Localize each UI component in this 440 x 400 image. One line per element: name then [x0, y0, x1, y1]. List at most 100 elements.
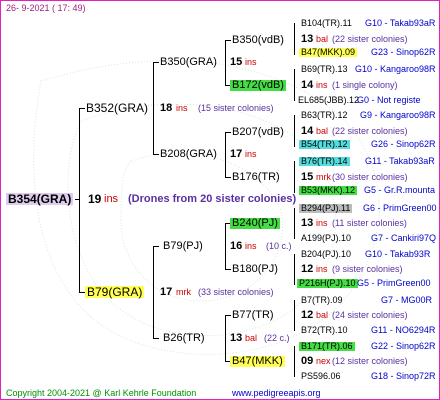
connector	[153, 62, 159, 63]
gen4-ins-label: nex	[316, 356, 331, 366]
gen4-note: (22 sister colonies)	[332, 34, 408, 44]
connector	[294, 346, 295, 377]
gen4-note: (12 sister colonies)	[332, 356, 408, 366]
gen4-queen[interactable]: B72(TR).10	[301, 326, 348, 335]
pedigree-frame: 26- 9-2021 ( 17: 49) B354(GRA) 19 ins (D…	[0, 0, 440, 400]
gen2-note: (10 c.)	[266, 241, 292, 251]
gen4-info: G10 - Takab93R	[365, 249, 431, 259]
connector	[294, 115, 295, 147]
gen3-queen[interactable]: B47(MKK)	[230, 356, 285, 367]
gen3-queen[interactable]: B176(TR)	[232, 172, 280, 183]
gen3-queen[interactable]: B77(TR)	[232, 310, 274, 321]
connector	[225, 223, 226, 270]
gen4-queen[interactable]: B171(TR).06	[299, 342, 355, 351]
gen4-ins-number: 13	[301, 33, 314, 45]
gen2-queen[interactable]: B350(GRA)	[160, 57, 217, 68]
footer-copyright: Copyright 2004-2021 @ Karl Kehrle Founda…	[6, 388, 197, 398]
gen4-info: G26 - Sinop62R	[371, 139, 436, 149]
connector	[294, 300, 295, 331]
connector	[294, 69, 295, 101]
gen4-ins-label: bal	[316, 34, 329, 44]
gen4-info: G7 - MG00R	[381, 295, 433, 305]
gen4-queen[interactable]: P216H(PJ).10	[297, 279, 358, 288]
gen4-queen[interactable]: A199(PJ).10	[301, 234, 351, 243]
gen2-queen[interactable]: B79(PJ)	[163, 241, 203, 252]
gen4-queen[interactable]: B104(TR).11	[301, 19, 352, 28]
gen4-ins-number: 12	[301, 263, 314, 275]
connector	[294, 208, 295, 239]
gen4-queen[interactable]: PS596.06	[301, 372, 341, 381]
connector	[79, 108, 80, 293]
gen1-sire-ins-label: ins	[176, 103, 188, 113]
connector	[153, 154, 159, 155]
gen4-ins-number: 14	[301, 125, 314, 137]
gen2-ins-number: 16	[230, 240, 243, 252]
gen4-queen[interactable]: B76(TR).14	[299, 157, 350, 166]
connector	[79, 108, 85, 109]
connector	[225, 177, 231, 178]
gen4-ins-number: 14	[301, 79, 314, 91]
connector	[225, 40, 226, 86]
footer-website[interactable]: www.pedigreeapis.org	[232, 389, 321, 398]
gen4-info: G5 - Gr.R.mounta	[364, 185, 436, 195]
connector	[225, 315, 226, 362]
gen4-info: G6 - PrimGreen00	[363, 203, 437, 213]
gen1-sire[interactable]: B352(GRA)	[86, 102, 148, 114]
gen4-note: (22 sister colonies)	[332, 126, 408, 136]
root-ins-number: 19	[88, 192, 102, 206]
gen3-queen[interactable]: B207(vdB)	[232, 127, 284, 138]
connector	[225, 132, 231, 133]
gen2-ins-number: 13	[230, 332, 243, 344]
gen3-queen[interactable]: B350(vdB)	[232, 35, 284, 46]
connector	[225, 132, 226, 178]
gen4-ins-label: bal	[316, 126, 329, 136]
gen4-note: (9 sister colonies)	[332, 264, 403, 274]
gen4-ins-label: ins	[316, 80, 328, 90]
gen4-info: G22 - Sinop62R	[371, 341, 436, 351]
gen4-ins-number: 09	[301, 355, 314, 367]
gen2-ins-label: ins	[245, 149, 257, 159]
gen3-queen[interactable]: B180(PJ)	[232, 264, 278, 275]
gen4-info: G10 - Takab93aR	[365, 18, 436, 28]
header-date: 26- 9-2021 ( 17: 49)	[6, 3, 86, 13]
gen4-info: G11 - NO6294R	[371, 325, 436, 335]
gen4-info: G23 - Sinop62R	[371, 47, 436, 57]
root-ins-label: ins	[104, 193, 119, 205]
gen2-ins-number: 17	[230, 148, 243, 160]
gen3-queen[interactable]: B240(PJ)	[230, 218, 280, 229]
gen4-queen[interactable]: B47(MKK).09	[299, 48, 358, 57]
gen4-queen[interactable]: B294(PJ).11	[299, 204, 353, 213]
root-queen[interactable]: B354(GRA)	[6, 193, 74, 205]
gen2-ins-label: ins	[245, 57, 257, 67]
gen2-ins-label: bal	[245, 333, 258, 343]
gen4-queen[interactable]: EL685(JBB).12	[298, 96, 359, 105]
gen4-ins-label: bal	[316, 310, 329, 320]
gen4-ins-number: 13	[301, 217, 314, 229]
gen4-queen[interactable]: B54(TR).12	[299, 140, 350, 149]
connector	[153, 246, 159, 247]
gen3-queen[interactable]: B172(vdB)	[230, 80, 286, 91]
connector	[294, 161, 295, 193]
gen2-queen[interactable]: B26(TR)	[163, 333, 205, 344]
watermark-pattern	[33, 60, 380, 355]
root-note: (Drones from 20 sister colonies)	[128, 193, 297, 205]
gen4-queen[interactable]: B63(TR).12	[301, 111, 348, 120]
gen4-queen[interactable]: B53(MKK).12	[299, 186, 358, 195]
gen1-dam[interactable]: B79(GRA)	[85, 286, 145, 298]
gen1-sire-note: (15 sister colonies)	[198, 103, 274, 113]
gen4-info: G7 - Cankiri97Q	[371, 233, 437, 243]
gen4-ins-label: ins	[316, 264, 328, 274]
gen2-note: (22 c.)	[264, 333, 290, 343]
gen2-queen[interactable]: B208(GRA)	[160, 149, 217, 160]
gen4-queen[interactable]: B69(TR).13	[301, 65, 348, 74]
gen2-ins-label: ins	[245, 241, 257, 251]
gen4-ins-number: 15	[301, 171, 314, 183]
gen4-queen[interactable]: B204(PJ).10	[301, 250, 351, 259]
gen4-info: G0 - Not registe	[357, 95, 421, 105]
connector	[153, 338, 159, 339]
connector	[153, 246, 154, 339]
connector	[225, 315, 231, 316]
connector	[75, 199, 79, 200]
connector	[225, 40, 231, 41]
gen4-queen[interactable]: B7(TR).09	[301, 296, 343, 305]
